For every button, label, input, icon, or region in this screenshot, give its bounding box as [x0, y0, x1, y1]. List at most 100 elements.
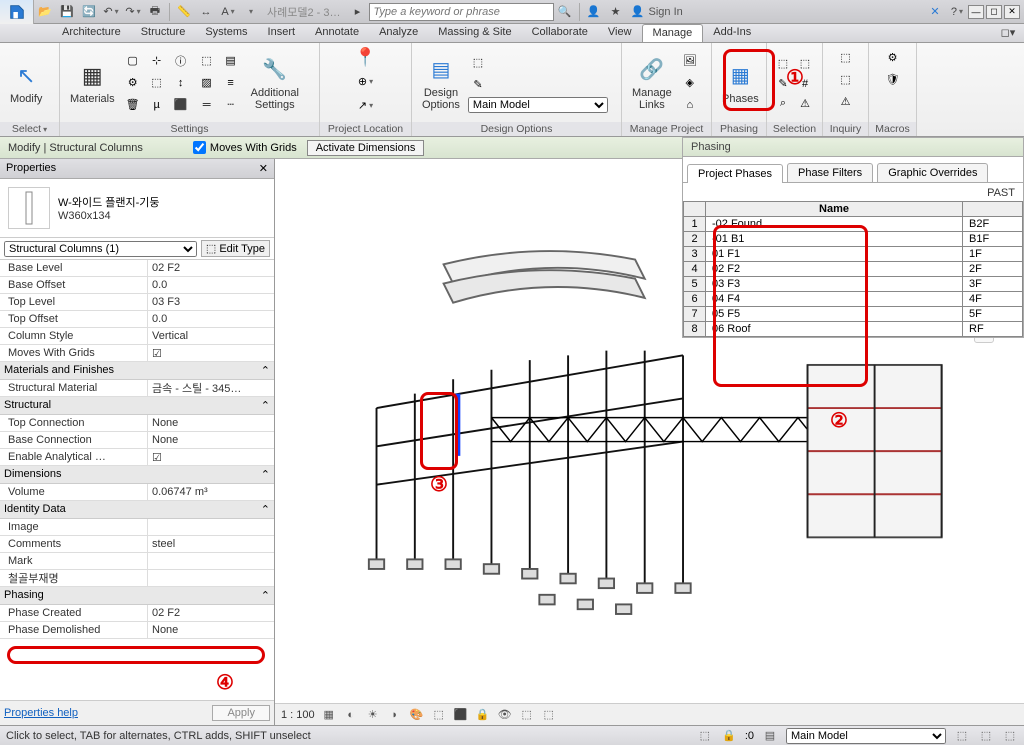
save-icon[interactable]: 💾	[57, 2, 77, 22]
tab-phase-filters[interactable]: Phase Filters	[787, 163, 873, 182]
subscription-icon[interactable]: 👤	[584, 2, 604, 22]
property-row[interactable]: Phase Created02 F2	[0, 605, 274, 622]
table-row[interactable]: 705 F55F	[684, 307, 1023, 322]
ribbon-collapse-icon[interactable]: ◻▾	[998, 22, 1018, 42]
property-row[interactable]: Base Offset0.0	[0, 277, 274, 294]
table-row[interactable]: 2-01 B1B1F	[684, 232, 1023, 247]
property-group[interactable]: Dimensions⌃	[0, 466, 274, 484]
search-icon[interactable]: 🔍	[555, 2, 575, 22]
property-value[interactable]: 03 F3	[148, 296, 274, 308]
property-row[interactable]: Top Offset0.0	[0, 311, 274, 328]
additional-settings-button[interactable]: 🔧Additional Settings	[247, 53, 303, 113]
location-icon[interactable]: 📍	[356, 47, 376, 67]
status-design-option-select[interactable]: Main Model	[786, 728, 946, 744]
property-value[interactable]: 02 F2	[148, 607, 274, 619]
property-row[interactable]: Phase DemolishedNone	[0, 622, 274, 639]
lock-3d-icon[interactable]: 🔒	[475, 707, 491, 723]
table-row[interactable]: 1-02 FoundB2F	[684, 217, 1023, 232]
temp-hide-icon[interactable]: 👁	[497, 707, 513, 723]
property-value[interactable]: None	[148, 434, 274, 446]
property-value[interactable]: None	[148, 417, 274, 429]
detail-level-icon[interactable]: ▦	[321, 707, 337, 723]
decal-types-icon[interactable]: ◈	[680, 73, 700, 93]
panel-select[interactable]: Select	[0, 122, 59, 136]
property-row[interactable]: Structural Material금속 - 스틸 - 345…	[0, 380, 274, 397]
property-row[interactable]: Mark	[0, 553, 274, 570]
text-icon[interactable]: A	[218, 2, 238, 22]
help-icon[interactable]: ?	[947, 2, 967, 22]
phase-name[interactable]: -01 B1	[706, 232, 963, 247]
property-row[interactable]: Column StyleVertical	[0, 328, 274, 345]
moves-with-grids-checkbox[interactable]: Moves With Grids	[193, 141, 297, 154]
property-row[interactable]: Volume0.06747 m³	[0, 484, 274, 501]
category-filter-select[interactable]: Structural Columns (1)	[4, 241, 197, 257]
shared-params-icon[interactable]: ⬚	[147, 73, 167, 93]
add-to-set-icon[interactable]: ⬚	[468, 53, 488, 73]
table-row[interactable]: 301 F11F	[684, 247, 1023, 262]
measure-icon[interactable]: 📏	[174, 2, 194, 22]
tab-view[interactable]: View	[598, 24, 642, 42]
phase-desc[interactable]: B2F	[963, 217, 1023, 232]
design-option-select[interactable]: Main Model	[468, 97, 608, 113]
design-options-button[interactable]: ▤Design Options	[418, 53, 464, 113]
inquiry-warn-icon[interactable]: ⬚	[836, 69, 856, 89]
materials-button[interactable]: ▦Materials	[66, 59, 119, 107]
property-group[interactable]: Structural⌃	[0, 397, 274, 415]
sign-in-icon[interactable]: 👤	[628, 2, 648, 22]
property-value[interactable]: 02 F2	[148, 262, 274, 274]
line-patterns-icon[interactable]: ┄	[221, 95, 241, 115]
manage-links-button[interactable]: 🔗Manage Links	[628, 53, 676, 113]
review-warnings-icon[interactable]: ⚠	[836, 91, 856, 111]
phase-name[interactable]: 06 Roof	[706, 322, 963, 337]
filter-icon[interactable]: ⬚	[954, 728, 970, 744]
property-row[interactable]: Top ConnectionNone	[0, 415, 274, 432]
exchange-icon[interactable]: ✕	[925, 2, 945, 22]
property-row[interactable]: Enable Analytical …☑	[0, 449, 274, 466]
phase-desc[interactable]: 3F	[963, 277, 1023, 292]
phase-desc[interactable]: 2F	[963, 262, 1023, 277]
table-row[interactable]: 806 RoofRF	[684, 322, 1023, 337]
phase-name[interactable]: 03 F3	[706, 277, 963, 292]
design-options-status-icon[interactable]: ▤	[762, 728, 778, 744]
property-group[interactable]: Materials and Finishes⌃	[0, 362, 274, 380]
manage-images-icon[interactable]: 🖼	[680, 51, 700, 71]
phase-name[interactable]: 05 F5	[706, 307, 963, 322]
property-row[interactable]: 철골부재명	[0, 570, 274, 587]
table-row[interactable]: 604 F44F	[684, 292, 1023, 307]
view-scale[interactable]: 1 : 100	[281, 709, 315, 721]
property-row[interactable]: Commentssteel	[0, 536, 274, 553]
inquiry-ids-icon[interactable]: ⬚	[836, 47, 856, 67]
property-value[interactable]: ☑	[148, 347, 274, 360]
visual-style-icon[interactable]: ◐	[343, 707, 359, 723]
purge-icon[interactable]: 🗑	[123, 95, 143, 115]
property-group[interactable]: Phasing⌃	[0, 587, 274, 605]
phase-name[interactable]: -02 Found	[706, 217, 963, 232]
sun-path-icon[interactable]: ☀	[365, 707, 381, 723]
tab-collaborate[interactable]: Collaborate	[522, 24, 598, 42]
crop-view-icon[interactable]: ⬚	[431, 707, 447, 723]
property-row[interactable]: Image	[0, 519, 274, 536]
crop-region-icon[interactable]: ⬛	[453, 707, 469, 723]
macro-manager-icon[interactable]: ⚙	[883, 47, 903, 67]
project-params-icon[interactable]: ⚙	[123, 73, 143, 93]
warnings-sel-icon[interactable]: ⚠	[795, 94, 815, 114]
sign-in-label[interactable]: Sign In	[649, 6, 683, 18]
property-row[interactable]: Top Level03 F3	[0, 294, 274, 311]
property-value[interactable]: 0.06747 m³	[148, 486, 274, 498]
phase-name[interactable]: 04 F4	[706, 292, 963, 307]
tab-addins[interactable]: Add-Ins	[703, 24, 761, 42]
reveal-hidden-icon[interactable]: ⬚	[519, 707, 535, 723]
recent-docs-icon[interactable]: ▸	[348, 2, 368, 22]
tab-systems[interactable]: Systems	[195, 24, 257, 42]
select-underlay-icon[interactable]: ⬚	[1002, 728, 1018, 744]
rendering-icon[interactable]: 🎨	[409, 707, 425, 723]
line-weights-icon[interactable]: ═	[197, 95, 217, 115]
structural-icon[interactable]: ⬛	[171, 95, 191, 115]
editable-only-icon[interactable]: 🔒	[721, 728, 737, 744]
restore-button[interactable]: ◻	[986, 5, 1002, 19]
undo-icon[interactable]: ↶	[101, 2, 121, 22]
worksharing-icon[interactable]: ⬚	[541, 707, 557, 723]
open-icon[interactable]: 📂	[35, 2, 55, 22]
phase-desc[interactable]: 5F	[963, 307, 1023, 322]
property-value[interactable]: 0.0	[148, 279, 274, 291]
